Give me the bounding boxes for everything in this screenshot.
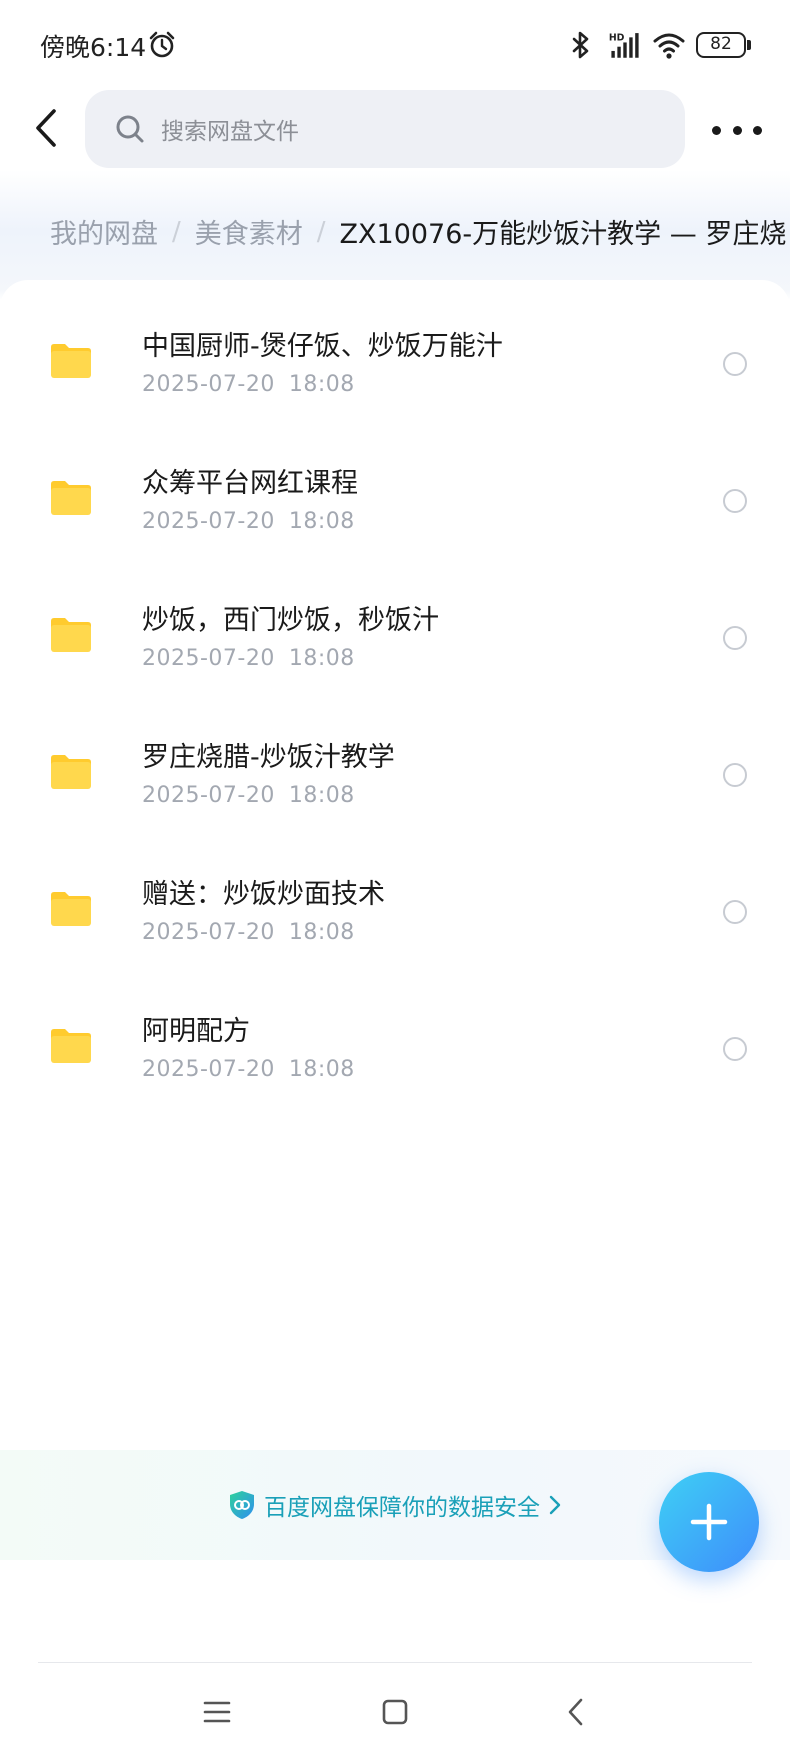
file-time: 18:08 bbox=[288, 1057, 355, 1082]
search-input[interactable]: 搜索网盘文件 bbox=[85, 90, 685, 168]
file-time: 18:08 bbox=[288, 509, 355, 534]
more-dot bbox=[753, 125, 762, 135]
data-safety-text: 百度网盘保障你的数据安全 bbox=[264, 1495, 540, 1521]
menu-icon[interactable] bbox=[203, 1700, 231, 1724]
plus-icon bbox=[690, 1503, 728, 1541]
more-dot bbox=[732, 125, 742, 135]
file-time: 18:08 bbox=[288, 646, 355, 671]
file-row[interactable]: 众筹平台网红课程 2025-07-20 18:08 bbox=[0, 417, 790, 554]
file-date: 2025-07-20 bbox=[142, 783, 275, 808]
select-radio[interactable] bbox=[723, 489, 747, 513]
system-nav-bar bbox=[0, 1668, 790, 1756]
file-name: 赠送：炒饭炒面技术 bbox=[142, 879, 385, 910]
folder-icon bbox=[51, 344, 91, 378]
file-date: 2025-07-20 bbox=[142, 920, 275, 945]
breadcrumb-item-food-materials[interactable]: 美食素材 bbox=[195, 212, 303, 251]
status-bar: 傍晚6:14 HD 82 bbox=[0, 0, 790, 92]
file-modified: 2025-07-20 18:08 bbox=[142, 783, 355, 808]
home-square-icon[interactable] bbox=[382, 1699, 408, 1725]
file-row[interactable]: 炒饭，西门炒饭，秒饭汁 2025-07-20 18:08 bbox=[0, 554, 790, 691]
breadcrumb: 我的网盘 / 美食素材 / ZX10076-万能炒饭汁教学 — 罗庄烧 bbox=[50, 212, 790, 251]
file-modified: 2025-07-20 18:08 bbox=[142, 646, 355, 671]
breadcrumb-separator: / bbox=[172, 216, 181, 247]
file-date: 2025-07-20 bbox=[142, 646, 275, 671]
back-button[interactable] bbox=[22, 104, 70, 152]
file-date: 2025-07-20 bbox=[142, 509, 275, 534]
select-radio[interactable] bbox=[723, 352, 747, 376]
svg-text:HD: HD bbox=[609, 33, 625, 44]
bluetooth-icon bbox=[572, 31, 589, 59]
status-icons: HD 82 bbox=[564, 28, 751, 62]
file-row[interactable]: 赠送：炒饭炒面技术 2025-07-20 18:08 bbox=[0, 828, 790, 965]
add-button[interactable] bbox=[659, 1472, 759, 1572]
folder-icon bbox=[51, 481, 91, 515]
select-radio[interactable] bbox=[723, 763, 747, 787]
file-date: 2025-07-20 bbox=[142, 1057, 275, 1082]
file-name: 众筹平台网红课程 bbox=[142, 468, 358, 499]
back-arrow-icon bbox=[36, 109, 56, 147]
file-list-card: 中国厨师-煲仔饭、炒饭万能汁 2025-07-20 18:08 众筹平台网红课程 202… bbox=[0, 280, 790, 1660]
file-modified: 2025-07-20 18:08 bbox=[142, 372, 355, 397]
file-name: 罗庄烧腊-炒饭汁教学 bbox=[142, 742, 395, 773]
more-dot bbox=[712, 125, 721, 135]
breadcrumb-separator: / bbox=[316, 216, 326, 247]
folder-icon bbox=[51, 1029, 91, 1063]
breadcrumb-current: ZX10076-万能炒饭汁教学 — 罗庄烧 bbox=[339, 219, 787, 250]
file-list: 中国厨师-煲仔饭、炒饭万能汁 2025-07-20 18:08 众筹平台网红课程 202… bbox=[0, 280, 790, 1102]
folder-icon bbox=[51, 618, 91, 652]
file-modified: 2025-07-20 18:08 bbox=[142, 509, 355, 534]
file-modified: 2025-07-20 18:08 bbox=[142, 920, 355, 945]
battery-icon: 82 bbox=[696, 32, 751, 58]
nav-back-icon[interactable] bbox=[566, 1697, 586, 1727]
select-radio[interactable] bbox=[723, 1037, 747, 1061]
more-icon[interactable] bbox=[712, 110, 762, 150]
search-placeholder: 搜索网盘文件 bbox=[161, 119, 299, 145]
select-radio[interactable] bbox=[723, 900, 747, 924]
folder-icon bbox=[51, 892, 91, 926]
file-row[interactable]: 罗庄烧腊-炒饭汁教学 2025-07-20 18:08 bbox=[0, 691, 790, 828]
chevron-right-icon bbox=[549, 1495, 561, 1515]
file-row[interactable]: 阿明配方 2025-07-20 18:08 bbox=[0, 965, 790, 1102]
wifi-icon bbox=[653, 33, 685, 59]
file-name: 中国厨师-煲仔饭、炒饭万能汁 bbox=[142, 331, 503, 362]
select-radio[interactable] bbox=[723, 626, 747, 650]
file-time: 18:08 bbox=[288, 372, 355, 397]
shield-icon bbox=[230, 1491, 254, 1519]
file-name: 阿明配方 bbox=[142, 1016, 250, 1047]
folder-icon bbox=[51, 755, 91, 789]
file-modified: 2025-07-20 18:08 bbox=[142, 1057, 355, 1082]
search-icon bbox=[116, 115, 144, 143]
nav-divider bbox=[38, 1662, 752, 1663]
status-time: 傍晚6:14 bbox=[40, 33, 147, 62]
hd-signal-icon: HD bbox=[609, 33, 639, 58]
file-time: 18:08 bbox=[288, 783, 355, 808]
file-time: 18:08 bbox=[288, 920, 355, 945]
file-date: 2025-07-20 bbox=[142, 372, 275, 397]
page: 傍晚6:14 HD 82 搜索网盘文件 我的网盘 / 美食素材 / ZX1007… bbox=[0, 0, 790, 1756]
breadcrumb-item-my-disk[interactable]: 我的网盘 bbox=[50, 212, 158, 251]
file-name: 炒饭，西门炒饭，秒饭汁 bbox=[142, 605, 439, 636]
file-row[interactable]: 中国厨师-煲仔饭、炒饭万能汁 2025-07-20 18:08 bbox=[0, 280, 790, 417]
alarm-icon bbox=[149, 31, 175, 58]
